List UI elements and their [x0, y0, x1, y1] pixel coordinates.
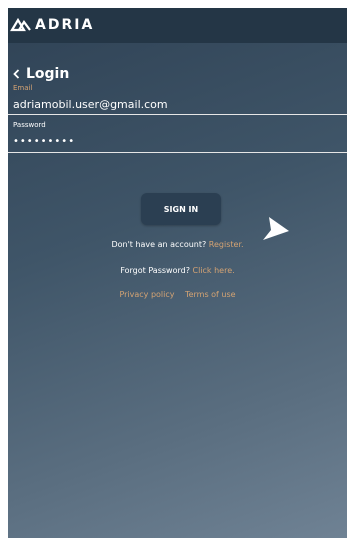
- forgot-text: Forgot Password?: [120, 266, 190, 275]
- brand-logo: ADRIA: [10, 16, 94, 34]
- forgot-password-link[interactable]: Click here.: [192, 266, 234, 275]
- sign-in-button[interactable]: SIGN IN: [141, 193, 221, 225]
- password-label: Password: [13, 121, 46, 129]
- chevron-left-icon[interactable]: [13, 69, 20, 79]
- login-screen: ADRIA Login Email adriamobil.user@gmail.…: [8, 8, 347, 538]
- password-field[interactable]: •••••••••: [13, 136, 75, 147]
- email-label: Email: [13, 84, 33, 92]
- privacy-policy-link[interactable]: Privacy policy: [119, 290, 174, 299]
- password-underline: [8, 152, 347, 153]
- register-link[interactable]: Register.: [209, 240, 244, 249]
- register-prompt: Don't have an account? Register.: [8, 240, 347, 249]
- legal-links: Privacy policy Terms of use: [8, 290, 347, 299]
- forgot-password-prompt: Forgot Password? Click here.: [8, 266, 347, 275]
- email-field[interactable]: adriamobil.user@gmail.com: [13, 98, 168, 111]
- no-account-text: Don't have an account?: [111, 240, 207, 249]
- terms-of-use-link[interactable]: Terms of use: [185, 290, 236, 299]
- brand-name: ADRIA: [35, 17, 95, 33]
- login-header: Login: [13, 66, 69, 82]
- top-bar: ADRIA: [8, 8, 347, 43]
- page-title: Login: [26, 66, 70, 82]
- pointer-cursor-icon: [263, 217, 289, 240]
- email-underline: [8, 114, 347, 115]
- adria-logo-icon: [10, 18, 31, 32]
